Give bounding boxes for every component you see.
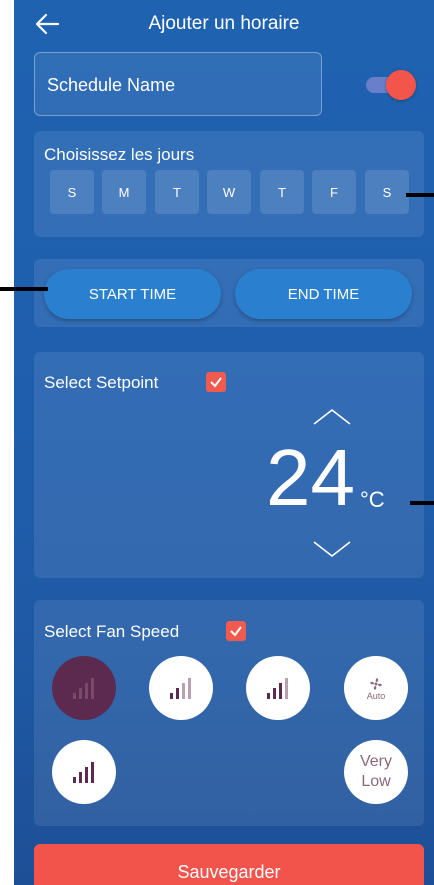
fan-very-low-button[interactable]: Very Low — [344, 740, 408, 804]
page-title: Ajouter un horaire — [148, 13, 300, 34]
checkmark-icon — [230, 626, 242, 637]
save-button[interactable]: Sauvegarder — [34, 844, 424, 885]
schedule-name-input[interactable] — [47, 71, 307, 99]
signal-bars-icon — [170, 678, 191, 699]
annotation-line — [410, 501, 434, 505]
day-friday-button[interactable]: F — [312, 170, 356, 214]
signal-bars-icon — [73, 678, 94, 699]
fan-speed-button-3[interactable] — [246, 656, 310, 720]
fan-very-low-label: Very Low — [359, 753, 392, 790]
signal-bars-icon — [267, 678, 288, 699]
fan-auto-label: Auto — [366, 690, 386, 701]
setpoint-unit: °C — [360, 487, 385, 512]
day-tuesday-button[interactable]: T — [155, 170, 199, 214]
day-saturday-button[interactable]: S — [365, 170, 409, 214]
day-sunday-button[interactable]: S — [50, 170, 94, 214]
chevron-down-icon[interactable] — [310, 538, 354, 560]
setpoint-panel: Select Setpoint 24 °C — [34, 352, 424, 578]
setpoint-value: 24 — [266, 433, 355, 522]
day-thursday-button[interactable]: T — [260, 170, 304, 214]
end-time-button[interactable]: END TIME — [235, 269, 412, 319]
fan-speed-label: Select Fan Speed — [44, 622, 180, 641]
setpoint-label: Select Setpoint — [44, 373, 159, 392]
start-time-button[interactable]: START TIME — [44, 269, 221, 319]
schedule-enabled-toggle[interactable] — [362, 70, 418, 100]
fan-auto-button[interactable]: Auto — [344, 656, 408, 720]
fan-speed-button-2[interactable] — [149, 656, 213, 720]
day-wednesday-button[interactable]: W — [207, 170, 251, 214]
toggle-thumb — [386, 70, 416, 100]
time-panel: START TIME END TIME — [34, 259, 424, 327]
chevron-up-icon[interactable] — [310, 406, 354, 428]
header: Ajouter un horaire — [14, 0, 434, 48]
days-label: Choisissez les jours — [44, 145, 195, 164]
annotation-line — [0, 287, 48, 291]
app-screen: Ajouter un horaire Choisissez les jours … — [14, 0, 434, 885]
days-panel: Choisissez les jours S M T W T F S — [34, 131, 424, 237]
schedule-name-field[interactable] — [34, 52, 322, 116]
setpoint-checkbox[interactable] — [206, 372, 226, 392]
annotation-line — [406, 193, 434, 197]
fan-speed-button-4[interactable] — [52, 740, 116, 804]
checkmark-icon — [210, 377, 222, 388]
day-monday-button[interactable]: M — [102, 170, 146, 214]
fan-speed-panel: Select Fan Speed Auto Very Low — [34, 600, 424, 826]
fan-speed-button-1[interactable] — [52, 656, 116, 720]
signal-bars-icon — [73, 762, 94, 783]
fan-icon — [370, 677, 382, 690]
fan-speed-checkbox[interactable] — [226, 621, 246, 641]
